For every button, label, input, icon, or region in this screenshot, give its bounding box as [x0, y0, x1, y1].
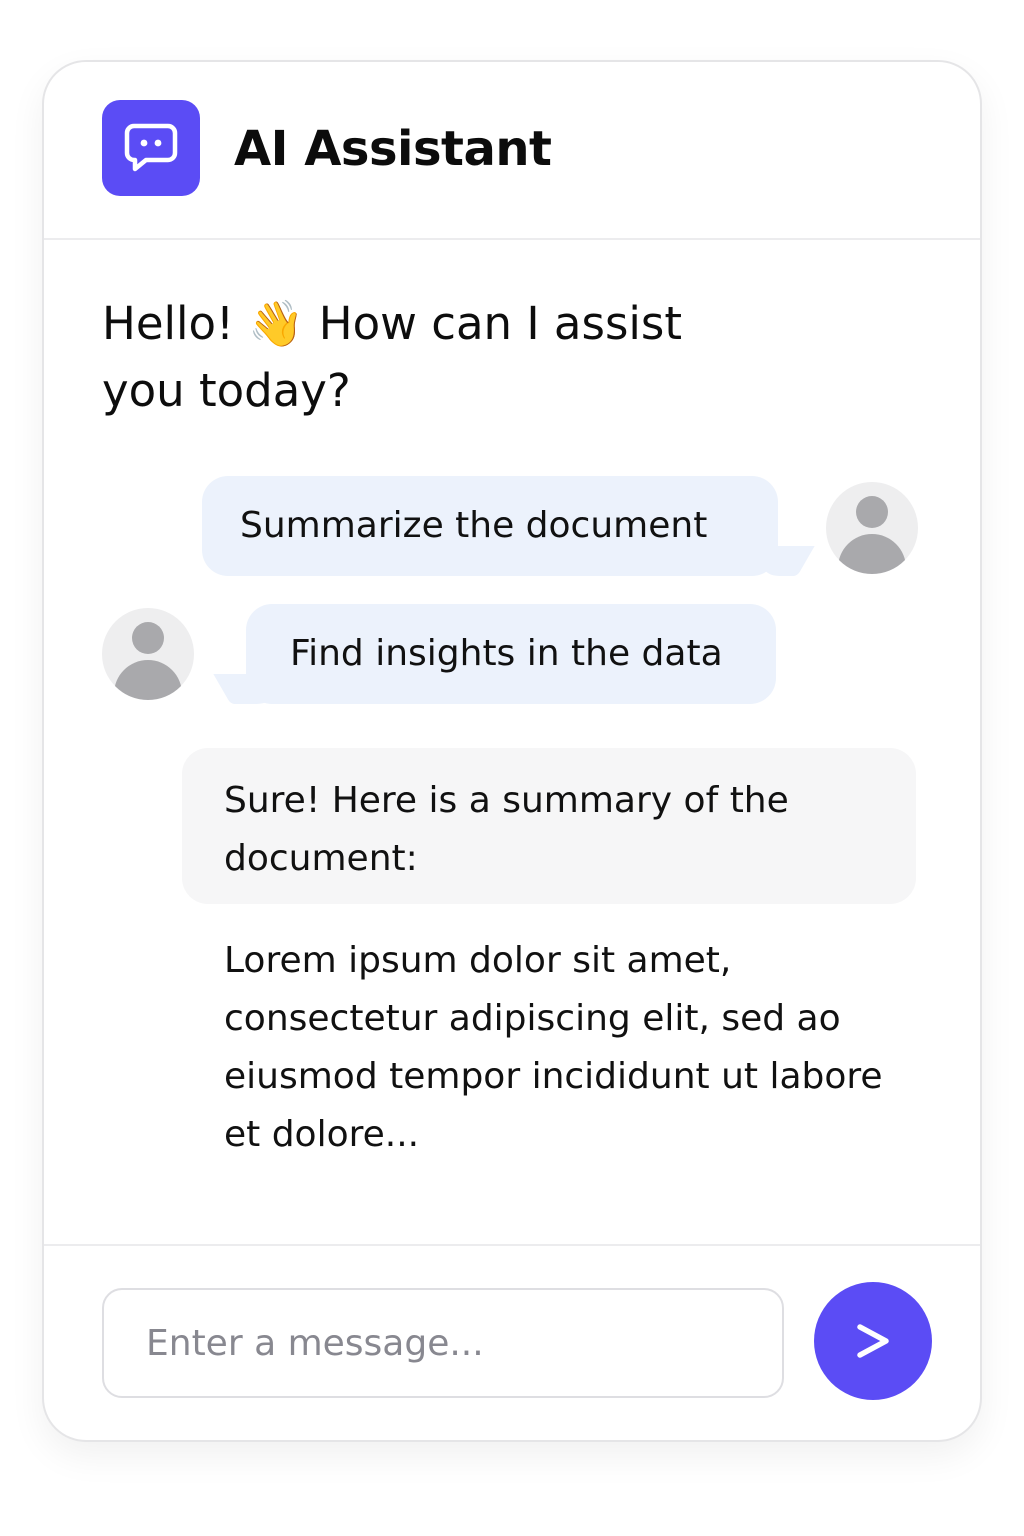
message-text: Summarize the document: [240, 505, 708, 546]
chat-header: AI Assistant: [44, 62, 980, 240]
chat-bubble-icon: [102, 100, 200, 196]
send-arrow-icon: [857, 1324, 889, 1358]
app-title: AI Assistant: [234, 121, 552, 177]
message-text: Sure! Here is a summary of the document:: [224, 780, 789, 879]
assistant-message-bubble: Sure! Here is a summary of the document:: [182, 748, 916, 904]
user-message-bubble: Find insights in the data: [246, 604, 776, 704]
message-input[interactable]: [102, 1288, 784, 1398]
message-text: Find insights in the data: [290, 633, 723, 674]
summary-text: Lorem ipsum dolor sit amet, consectetur …: [224, 940, 883, 1155]
send-button[interactable]: [814, 1282, 932, 1400]
greeting-message: Hello! 👋 How can I assist you today?: [102, 297, 682, 417]
user-avatar-icon: [102, 608, 194, 700]
chat-window: AI Assistant Hello! 👋 How can I assist y…: [42, 60, 982, 1442]
composer: [44, 1244, 980, 1440]
user-avatar-icon: [826, 482, 918, 574]
user-message-bubble: Summarize the document: [202, 476, 778, 576]
